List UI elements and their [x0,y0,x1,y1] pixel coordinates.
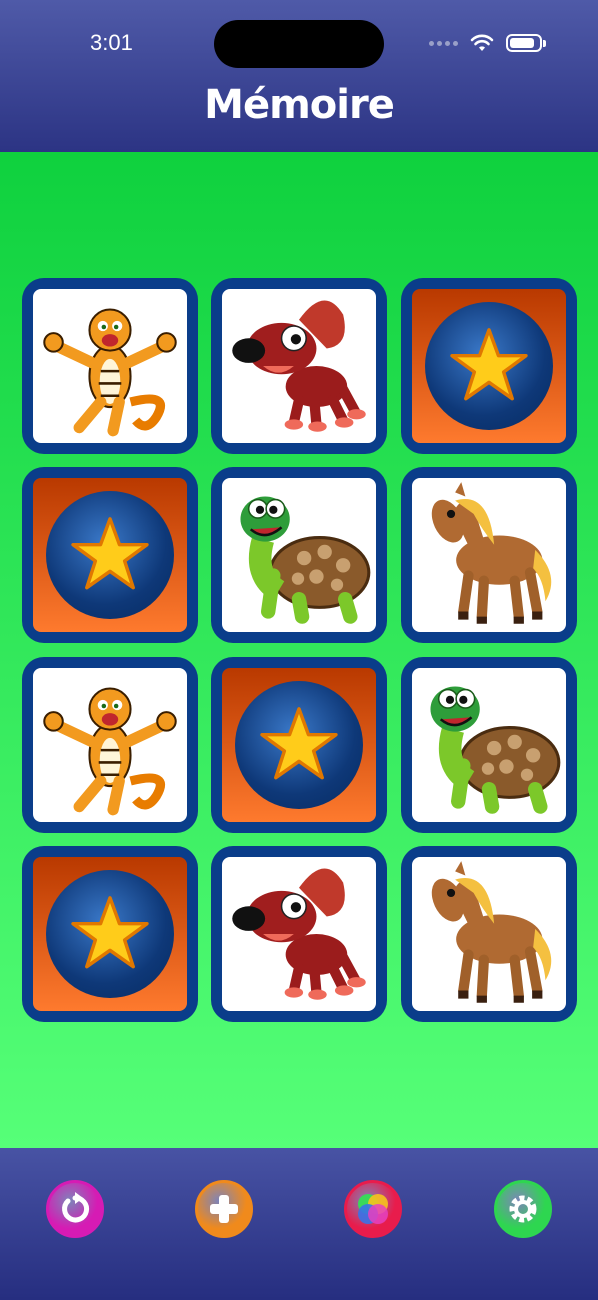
memory-card-face-down[interactable] [22,846,198,1022]
memory-card-turtle[interactable] [401,657,577,833]
memory-card-tiger[interactable] [22,278,198,454]
star-icon [33,857,187,1011]
horse-image [412,857,566,1011]
dog-image [222,289,376,443]
settings-button[interactable] [494,1180,552,1238]
star-icon [222,668,376,822]
star-icon [412,289,566,443]
turtle-image [412,668,566,822]
settings-icon [506,1192,540,1226]
memory-card-face-down[interactable] [22,467,198,643]
star-icon [33,478,187,632]
memory-card-dog[interactable] [211,278,387,454]
dog-image [222,857,376,1011]
memory-card-dog[interactable] [211,846,387,1022]
dynamic-island [214,20,384,68]
game-board [0,152,598,1148]
memory-card-horse[interactable] [401,467,577,643]
add-icon [207,1192,241,1226]
add-button[interactable] [195,1180,253,1238]
wifi-icon [470,34,494,51]
tiger-image [33,668,187,822]
bottom-toolbar [0,1148,598,1300]
restart-icon [58,1192,92,1226]
themes-button[interactable] [344,1180,402,1238]
memory-card-horse[interactable] [401,846,577,1022]
status-icons [429,34,546,52]
memory-card-face-down[interactable] [401,278,577,454]
memory-card-turtle[interactable] [211,467,387,643]
app-header: 3:01 Mémoire [0,0,598,152]
status-time: 3:01 [90,30,133,55]
battery-icon [506,34,546,52]
restart-button[interactable] [46,1180,104,1238]
turtle-image [222,478,376,632]
memory-card-face-down[interactable] [211,657,387,833]
page-title: Mémoire [204,82,395,128]
memory-card-tiger[interactable] [22,657,198,833]
themes-icon [354,1190,392,1228]
horse-image [412,478,566,632]
tiger-image [33,289,187,443]
signal-icon [429,40,458,46]
